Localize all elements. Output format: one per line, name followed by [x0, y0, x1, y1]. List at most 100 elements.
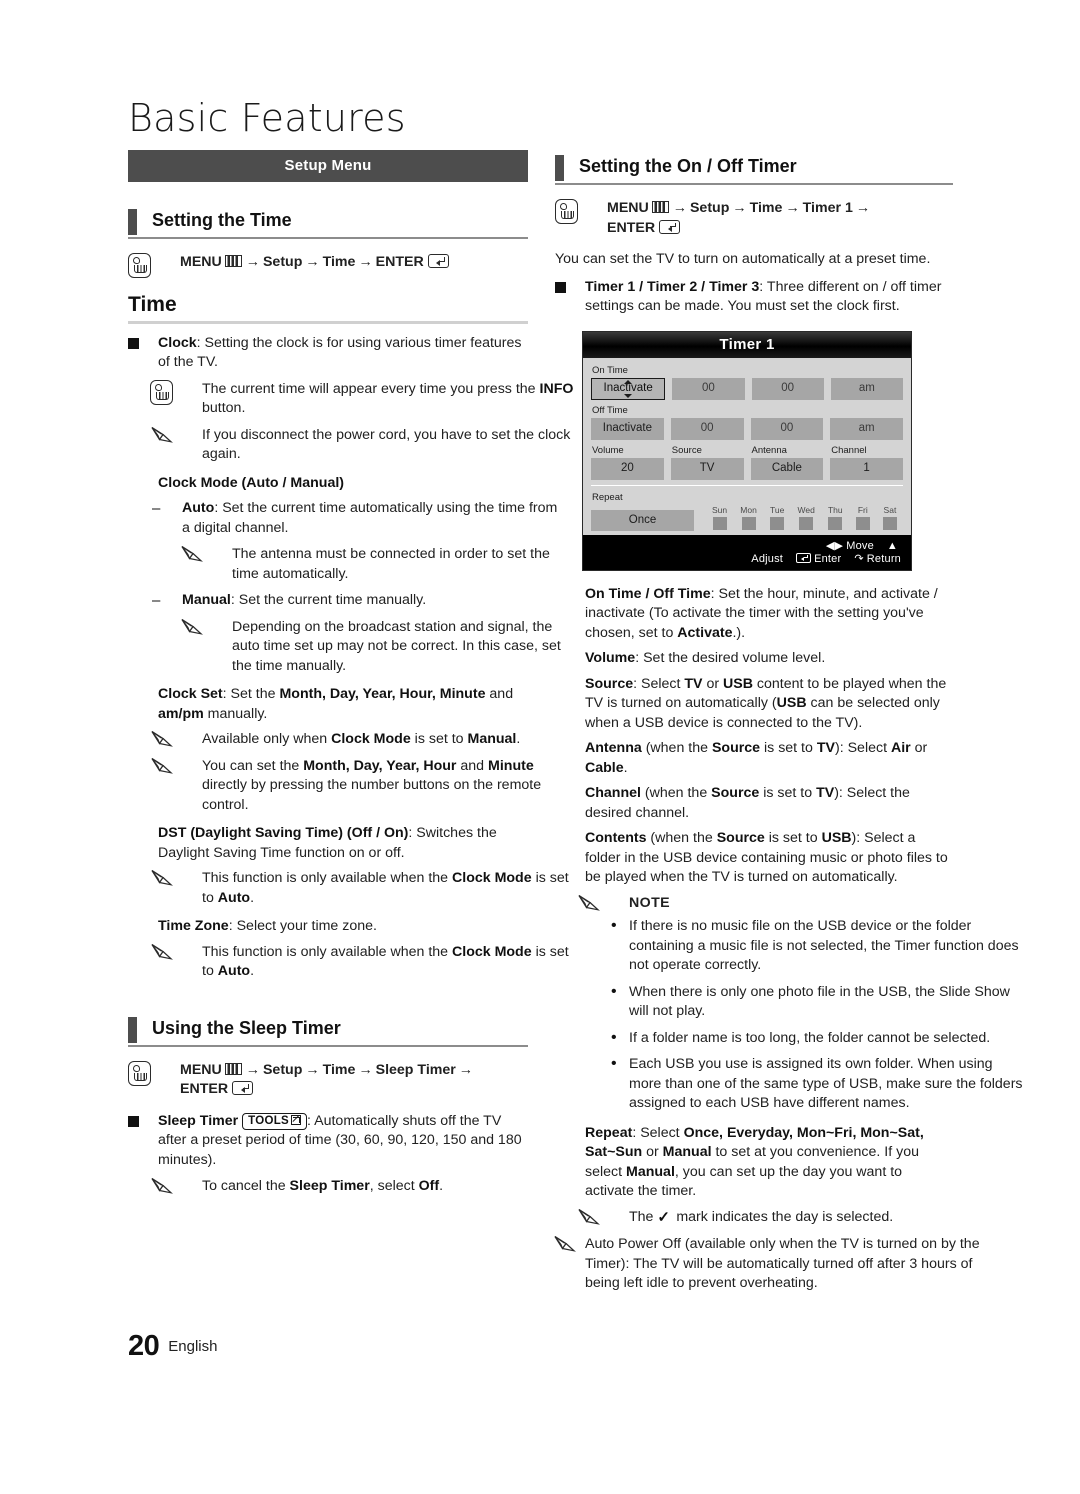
square-bullet-icon: [555, 278, 566, 293]
remote-press-icon: [128, 253, 151, 278]
left-right-arrow-icon: ◀▶: [825, 539, 844, 552]
note-clock-mode-manual: Available only when Clock Mode is set to…: [150, 730, 580, 750]
osd-source-group: Source TV: [670, 444, 744, 480]
osd-volume-label: Volume: [592, 444, 624, 456]
osd-off-time-hour-field[interactable]: 00: [670, 417, 744, 440]
note-antenna-connection: The antenna must be connected in order t…: [180, 545, 580, 584]
manual-page: Basic Features Setup Menu Setting the Ti…: [0, 0, 1080, 1494]
note-bullet: • If a folder name is too long, the fold…: [555, 1029, 1027, 1049]
dot-bullet-icon: •: [611, 982, 617, 1000]
timer-osd-screenshot: Timer 1 On Time Inactivate 00 00 am Off …: [582, 330, 912, 571]
osd-on-time-activate-field[interactable]: Inactivate: [591, 377, 666, 400]
osd-off-time-activate-field[interactable]: Inactivate: [591, 417, 664, 440]
note-check-mark: The ✓ mark indicates the day is selected…: [577, 1208, 1007, 1228]
osd-key-enter: Enter: [796, 552, 841, 565]
source-paragraph: Source: Select TV or USB content to be p…: [585, 675, 947, 731]
osd-volume-field[interactable]: 20: [591, 457, 664, 480]
pencil-note-icon: [577, 1208, 601, 1226]
heading-bar-icon: [555, 155, 564, 181]
menu-path-time: MENU → Setup → Time → ENTER: [128, 253, 528, 278]
power-cord-note-text: If you disconnect the power cord, you ha…: [202, 426, 571, 463]
osd-key-return: ↷ Return: [854, 552, 901, 565]
setup-menu-banner: Setup Menu: [128, 150, 528, 182]
info-note-pre: The current time will appear every time …: [202, 380, 540, 397]
time-zone-label: Time Zone: [158, 918, 229, 934]
auto-text: : Set the current time automatically usi…: [182, 500, 558, 536]
osd-day-tue[interactable]: Tue: [770, 505, 784, 530]
osd-day-checkbox[interactable]: [799, 516, 814, 530]
osd-day-checkbox[interactable]: [882, 516, 897, 530]
square-bullet-icon: [128, 1112, 139, 1127]
osd-channel-field[interactable]: 1: [830, 457, 903, 480]
menu-step-setup: Setup: [262, 1061, 303, 1078]
menu-step-time: Time: [322, 254, 356, 270]
manual-label: Manual: [182, 592, 231, 608]
enter-key-icon: [796, 552, 812, 563]
osd-settings-row: Volume 20 Source TV Antenna Cable Channe…: [591, 445, 903, 480]
left-column: Setup Menu Setting the Time MENU → Setup → T…: [128, 150, 573, 1204]
osd-on-time-label: On Time: [592, 364, 628, 376]
volume-paragraph: Volume: Set the desired volume level.: [585, 650, 826, 666]
menu-step-time: Time: [322, 1061, 356, 1078]
channel-label: Channel: [585, 785, 641, 801]
osd-off-time-ampm-field[interactable]: am: [830, 417, 903, 440]
osd-body: On Time Inactivate 00 00 am Off Time Ina…: [583, 357, 911, 535]
osd-antenna-group: Antenna Cable: [750, 445, 824, 480]
heading-bar-icon: [128, 1016, 137, 1043]
volume-label: Volume: [585, 650, 636, 666]
osd-repeat-field[interactable]: Once: [591, 509, 694, 531]
note-info-button: The current time will appear every time …: [150, 379, 580, 419]
osd-on-time-minute-field[interactable]: 00: [751, 377, 824, 400]
info-note-post: button.: [202, 400, 246, 416]
osd-day-mon[interactable]: Mon: [740, 505, 757, 530]
osd-on-time-hour-field[interactable]: 00: [672, 377, 745, 400]
note-dst-auto: This function is only available when the…: [150, 869, 580, 908]
osd-day-checkbox[interactable]: [712, 516, 727, 530]
note-text: Each USB you use is assigned its own fol…: [629, 1056, 1023, 1111]
menu-grid-icon: [651, 201, 669, 213]
page-language: English: [168, 1338, 218, 1355]
remote-press-icon: [555, 199, 578, 224]
osd-day-checkbox[interactable]: [828, 516, 843, 530]
clock-set-label: Clock Set: [158, 686, 223, 702]
heading-bar-icon: [128, 209, 137, 235]
osd-day-thu[interactable]: Thu: [828, 505, 843, 530]
osd-antenna-field[interactable]: Cable: [750, 457, 824, 480]
osd-day-checkbox[interactable]: [855, 516, 870, 530]
pencil-note-icon: [150, 1177, 174, 1195]
note-timezone-auto: This function is only available when the…: [150, 943, 580, 982]
osd-day-fri[interactable]: Fri: [855, 505, 870, 530]
osd-on-time-ampm-field[interactable]: am: [830, 377, 903, 400]
osd-off-time-row: Inactivate 00 00 am: [591, 417, 903, 440]
note-bullet: • If there is no music file on the USB d…: [555, 917, 1027, 976]
broadcast-note-text: Depending on the broadcast station and s…: [232, 618, 561, 674]
osd-off-time-minute-field[interactable]: 00: [750, 417, 824, 440]
osd-day-wed[interactable]: Wed: [797, 505, 815, 530]
menu-label: MENU: [180, 1061, 222, 1078]
up-down-arrow-icon: ▲: [886, 539, 898, 552]
list-item-clock: Clock: Setting the clock is for using va…: [128, 334, 528, 373]
osd-day-checkbox[interactable]: [770, 516, 785, 530]
antenna-label: Antenna: [585, 740, 642, 756]
osd-source-label: Source: [671, 444, 702, 456]
antenna-note-text: The antenna must be connected in order t…: [232, 546, 550, 582]
pencil-note-icon: [577, 894, 601, 912]
menu-step-timer1: Timer 1: [802, 200, 853, 216]
osd-day-sat[interactable]: Sat: [882, 505, 897, 530]
pencil-note-icon: [180, 618, 204, 636]
page-footer: 20 English: [128, 1330, 217, 1363]
note-bullet: • Each USB you use is assigned its own f…: [555, 1055, 1027, 1114]
on-off-time-label: On Time / Off Time: [585, 585, 711, 602]
auto-power-off-text: Auto Power Off (available only when the …: [585, 1236, 980, 1291]
osd-divider: [591, 484, 903, 486]
section-heading-label: Setting the Time: [152, 210, 292, 230]
osd-source-field[interactable]: TV: [670, 457, 744, 480]
repeat-paragraph: Repeat: Select Once, Everyday, Mon~Fri, …: [585, 1124, 924, 1200]
osd-day-checkbox[interactable]: [741, 516, 756, 530]
check-mark-icon: ✓: [657, 1208, 670, 1226]
page-title: Basic Features: [128, 96, 406, 140]
enter-label: ENTER: [180, 1081, 229, 1097]
menu-grid-icon: [224, 1062, 242, 1075]
osd-day-sun[interactable]: Sun: [712, 505, 727, 530]
clock-label: Clock: [158, 334, 197, 351]
